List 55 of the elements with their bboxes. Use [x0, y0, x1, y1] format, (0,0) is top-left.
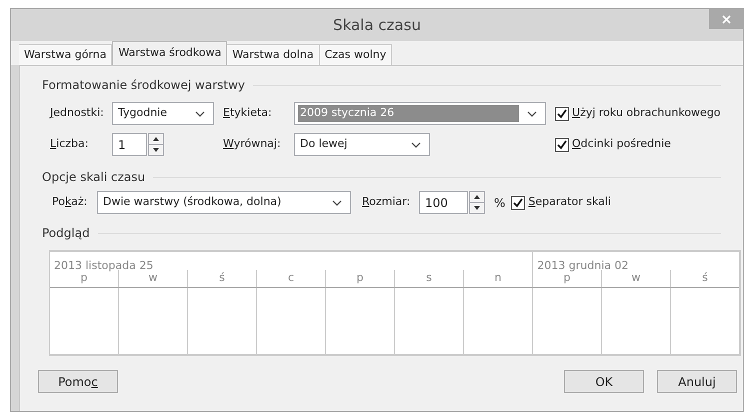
fiscal-year-label: Użyj roku obrachunkowego: [572, 105, 721, 122]
align-label: Wyrównaj:: [223, 136, 282, 152]
day-label: ś: [219, 270, 225, 286]
percent-label: %: [494, 194, 506, 212]
up-arrow-icon: [153, 137, 159, 141]
spin-buttons[interactable]: [469, 191, 485, 214]
day-label: ś: [702, 270, 708, 286]
checkbox[interactable]: [511, 196, 526, 210]
chevron-down-icon: [195, 110, 205, 116]
checkbox[interactable]: [555, 138, 569, 152]
tab[interactable]: Czas wolny: [320, 44, 392, 65]
separator-label: Separator skali: [528, 194, 611, 210]
day-label: p: [356, 270, 364, 286]
section-title: Podgląd: [42, 225, 90, 242]
tab[interactable]: Warstwa dolna: [227, 44, 320, 65]
day-label: s: [426, 270, 432, 286]
help-button[interactable]: Pomoc: [38, 370, 118, 393]
chevron-down-icon: [332, 200, 342, 206]
tab[interactable]: Warstwa górna: [19, 44, 112, 65]
spin-buttons[interactable]: [148, 133, 164, 156]
label-label: Etykieta:: [223, 105, 273, 122]
units-dropdown[interactable]: Tygodnie: [112, 102, 214, 125]
show-label: Pokaż:: [52, 194, 88, 210]
day-label: c: [288, 270, 294, 286]
section-title: Opcje skali czasu: [42, 169, 146, 186]
cancel-button[interactable]: Anuluj: [657, 370, 737, 393]
down-arrow-icon: [474, 206, 480, 210]
chevron-down-icon: [527, 110, 537, 116]
section-title: Formatowanie środkowej warstwy: [42, 77, 245, 94]
up-arrow-icon: [474, 195, 480, 199]
units-label: Jednostki:: [50, 105, 105, 122]
down-arrow-icon: [153, 148, 159, 152]
count-field[interactable]: 1: [112, 133, 147, 156]
show-dropdown[interactable]: Dwie warstwy (środkowa, dolna): [97, 191, 351, 214]
size-field[interactable]: 100: [419, 191, 468, 214]
day-label: p: [80, 271, 88, 286]
day-label: w: [148, 270, 158, 286]
day-label: p: [564, 271, 570, 286]
align-dropdown[interactable]: Do lewej: [294, 133, 430, 156]
checkbox[interactable]: [555, 106, 569, 120]
day-label: w: [632, 270, 640, 286]
day-label: n: [494, 270, 502, 286]
close-icon: [722, 14, 730, 24]
size-label: Rozmiar:: [362, 194, 412, 210]
checkmark-icon: [513, 198, 524, 208]
tick-lines-label: Odcinki pośrednie: [572, 136, 671, 152]
window-title: Skala czasu: [333, 14, 421, 36]
tab[interactable]: Warstwa środkowa: [112, 41, 228, 65]
period-label: 2013 grudnia 02: [536, 259, 629, 272]
checkmark-icon: [557, 108, 567, 118]
ok-button[interactable]: OK: [564, 370, 644, 393]
period-label: 2013 listopada 25: [53, 259, 154, 272]
chevron-down-icon: [411, 142, 421, 148]
count-label: Liczba:: [50, 136, 90, 152]
checkmark-icon: [557, 140, 567, 150]
